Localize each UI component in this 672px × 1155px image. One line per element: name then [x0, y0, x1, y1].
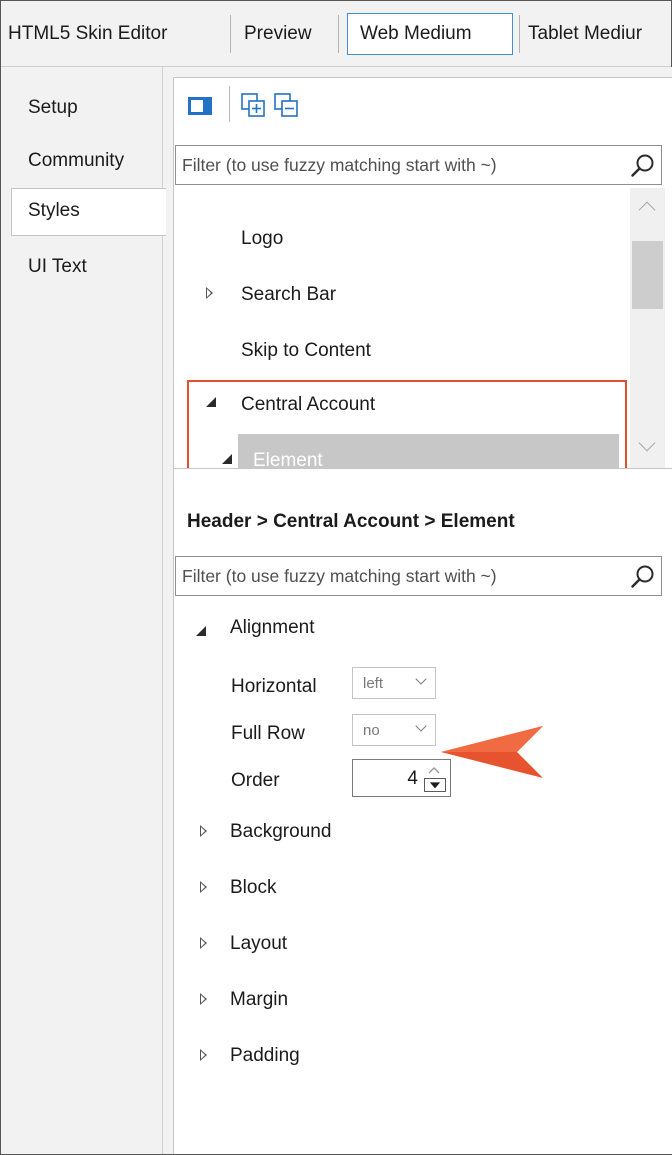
property-group-block[interactable]: Block	[174, 877, 574, 907]
expand-arrow-icon[interactable]	[206, 287, 213, 299]
expand-arrow-icon[interactable]	[200, 1049, 207, 1061]
tab-web-medium[interactable]: Web Medium	[347, 13, 513, 55]
expand-arrow-icon[interactable]	[200, 993, 207, 1005]
top-tab-bar: HTML5 Skin Editor Preview Web Medium Tab…	[1, 1, 671, 67]
property-group-label: Background	[230, 821, 332, 842]
expand-arrow-icon[interactable]	[200, 825, 207, 837]
tab-separator	[230, 15, 231, 53]
styles-panel-content: Logo Search Bar Skip to Content Central …	[173, 77, 672, 1154]
expand-arrow-icon[interactable]	[200, 937, 207, 949]
horizontal-select[interactable]: left	[352, 667, 436, 699]
tab-html5-skin-editor[interactable]: HTML5 Skin Editor	[8, 14, 167, 54]
expand-all-icon[interactable]	[240, 92, 268, 120]
property-group-alignment[interactable]: Alignment	[174, 617, 574, 647]
order-label: Order	[231, 770, 280, 791]
scrollbar-thumb[interactable]	[632, 241, 663, 309]
toolbar-separator	[229, 86, 230, 122]
horizontal-select-value: left	[363, 675, 384, 692]
collapse-arrow-icon[interactable]	[196, 626, 206, 636]
callout-arrow-icon	[441, 726, 543, 778]
stepper-down-icon[interactable]	[424, 778, 446, 792]
styles-tree: Logo Search Bar Skip to Content Central …	[174, 188, 672, 469]
property-group-label: Layout	[230, 933, 288, 954]
expand-arrow-icon[interactable]	[200, 881, 207, 893]
tree-scrollbar[interactable]	[630, 188, 665, 468]
search-icon[interactable]	[629, 152, 657, 180]
left-tab-bar: Setup Community Styles UI Text	[1, 67, 166, 1154]
chevron-down-icon	[415, 720, 427, 732]
property-group-layout[interactable]: Layout	[174, 933, 574, 963]
sidebar-toggle-icon[interactable]	[186, 92, 214, 120]
tab-separator	[338, 15, 339, 53]
styles-panel: Logo Search Bar Skip to Content Central …	[163, 67, 672, 1154]
property-group-label: Margin	[230, 989, 289, 1010]
chevron-down-icon	[415, 673, 427, 685]
properties-filter-field	[175, 556, 662, 596]
tab-styles[interactable]: Styles	[11, 188, 166, 236]
properties-filter-input[interactable]	[176, 557, 622, 595]
search-icon[interactable]	[629, 563, 657, 591]
chevron-down-icon[interactable]	[638, 434, 656, 452]
chevron-up-icon[interactable]	[638, 201, 656, 219]
full-row-select[interactable]: no	[352, 714, 436, 746]
tree-filter-input[interactable]	[176, 146, 622, 184]
property-group-margin[interactable]: Margin	[174, 989, 574, 1019]
tab-setup[interactable]: Setup	[28, 97, 78, 119]
order-value: 4	[407, 768, 418, 789]
full-row-select-value: no	[363, 722, 380, 739]
tree-item-label: Skip to Content	[241, 340, 371, 361]
property-group-padding[interactable]: Padding	[174, 1045, 574, 1075]
property-group-background[interactable]: Background	[174, 821, 574, 851]
tree-item-label: Search Bar	[241, 284, 337, 305]
breadcrumb: Header > Central Account > Element	[187, 511, 515, 532]
tab-preview[interactable]: Preview	[244, 14, 312, 54]
property-group-label: Alignment	[230, 617, 315, 638]
tree-filter-field	[175, 145, 662, 185]
collapse-all-icon[interactable]	[273, 92, 301, 120]
property-group-label: Padding	[230, 1045, 300, 1066]
full-row-label: Full Row	[231, 723, 305, 744]
tab-ui-text[interactable]: UI Text	[28, 256, 87, 278]
tab-community[interactable]: Community	[28, 150, 124, 172]
property-group-label: Block	[230, 877, 277, 898]
tree-item-label: Logo	[241, 228, 284, 249]
horizontal-label: Horizontal	[231, 676, 317, 697]
highlight-box	[187, 380, 627, 468]
tab-tablet-medium[interactable]: Tablet Mediur	[528, 14, 642, 54]
toolbar	[174, 78, 672, 134]
tab-separator	[519, 15, 520, 53]
